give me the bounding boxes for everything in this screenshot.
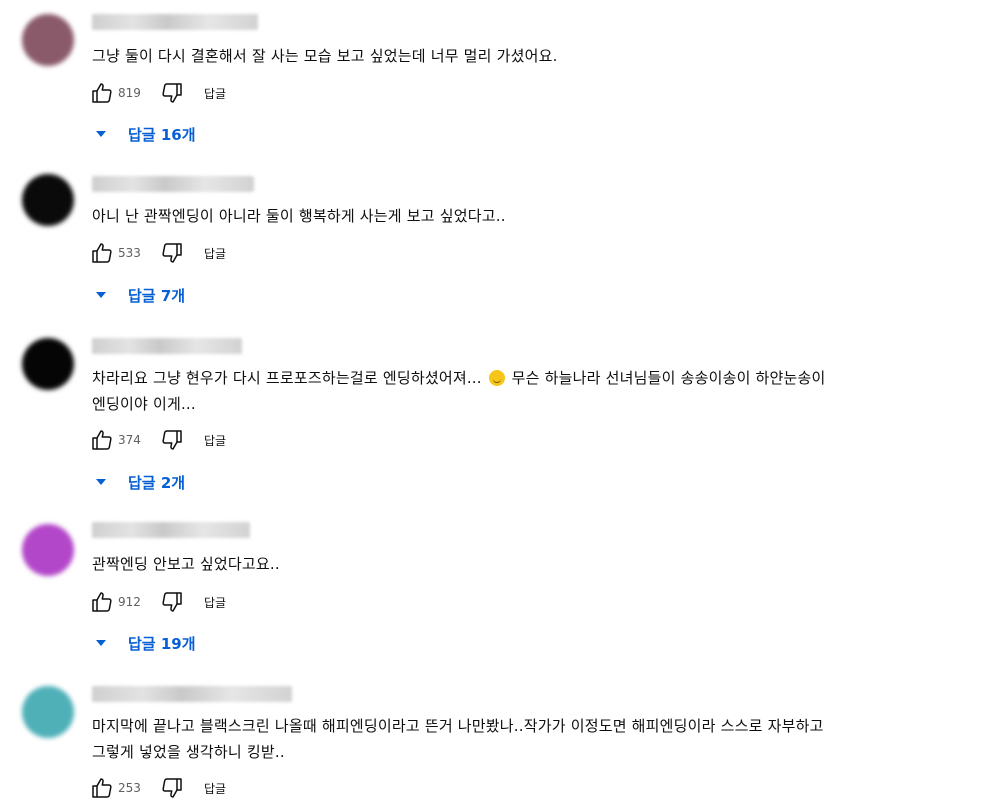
comment-actions: 374 답글	[88, 426, 226, 454]
author-name-blurred[interactable]	[92, 338, 242, 354]
reply-button[interactable]: 답글	[204, 780, 226, 797]
avatar[interactable]	[22, 14, 74, 66]
comment-text: 그냥 둘이 다시 결혼해서 잘 사는 모습 보고 싶었는데 너무 멀리 가셨어요…	[92, 47, 558, 65]
like-button[interactable]	[88, 774, 116, 802]
comment-text-part: 엔딩이야 이게...	[92, 395, 196, 413]
thumbs-down-icon	[162, 83, 182, 103]
thumbs-down-icon	[162, 430, 182, 450]
view-replies-button[interactable]: 답글 2개	[96, 470, 185, 494]
avatar[interactable]	[22, 338, 74, 390]
comment-text: 아니 난 관짝엔딩이 아니라 둘이 행복하게 사는게 보고 싶었다고..	[92, 207, 506, 225]
like-count: 374	[118, 433, 141, 447]
dislike-button[interactable]	[158, 588, 186, 616]
comment-text: 관짝엔딩 안보고 싶었다고요..	[92, 555, 280, 573]
thumbs-up-icon	[92, 243, 112, 263]
reply-button[interactable]: 답글	[204, 432, 226, 449]
view-replies-button[interactable]: 답글 16개	[96, 122, 196, 146]
thumbs-up-icon	[92, 778, 112, 798]
comment-actions: 819 답글	[88, 79, 226, 107]
reply-button[interactable]: 답글	[204, 85, 226, 102]
like-count: 253	[118, 781, 141, 795]
caret-down-icon	[96, 479, 106, 485]
caret-down-icon	[96, 292, 106, 298]
thumbs-down-icon	[162, 243, 182, 263]
avatar[interactable]	[22, 174, 74, 226]
author-name-blurred[interactable]	[92, 176, 254, 192]
caret-down-icon	[96, 640, 106, 646]
avatar[interactable]	[22, 686, 74, 738]
thumbs-up-icon	[92, 592, 112, 612]
replies-count-label: 답글 16개	[128, 125, 196, 144]
caret-down-icon	[96, 131, 106, 137]
replies-count-label: 답글 2개	[128, 473, 186, 492]
view-replies-button[interactable]: 답글 7개	[96, 283, 185, 307]
author-name-blurred[interactable]	[92, 522, 250, 538]
avatar[interactable]	[22, 524, 74, 576]
like-button[interactable]	[88, 588, 116, 616]
reply-button[interactable]: 답글	[204, 245, 226, 262]
replies-count-label: 답글 7개	[128, 286, 186, 305]
dislike-button[interactable]	[158, 426, 186, 454]
comment-actions: 912 답글	[88, 588, 226, 616]
author-name-blurred[interactable]	[92, 686, 292, 702]
like-button[interactable]	[88, 426, 116, 454]
like-count: 533	[118, 246, 141, 260]
dislike-button[interactable]	[158, 774, 186, 802]
slightly-smiling-face-icon	[488, 370, 505, 386]
thumbs-up-icon	[92, 83, 112, 103]
comment-actions: 533 답글	[88, 239, 226, 267]
comment-text: 차라리요 그냥 현우가 다시 프로포즈하는걸로 엔딩하셨어져... 무슨 하늘나…	[92, 365, 980, 417]
like-button[interactable]	[88, 239, 116, 267]
thumbs-up-icon	[92, 430, 112, 450]
dislike-button[interactable]	[158, 239, 186, 267]
comment-text-part: 차라리요 그냥 현우가 다시 프로포즈하는걸로 엔딩하셨어져...	[92, 369, 487, 387]
comment-text: 마지막에 끝나고 블랙스크린 나올때 해피엔딩이라고 뜬거 나만봤나..작가가 …	[92, 717, 824, 761]
view-replies-button[interactable]: 답글 19개	[96, 631, 196, 655]
like-count: 819	[118, 86, 141, 100]
comment-actions: 253 답글	[88, 774, 226, 802]
author-name-blurred[interactable]	[92, 14, 258, 30]
like-count: 912	[118, 595, 141, 609]
thumbs-down-icon	[162, 592, 182, 612]
replies-count-label: 답글 19개	[128, 634, 196, 653]
like-button[interactable]	[88, 79, 116, 107]
thumbs-down-icon	[162, 778, 182, 798]
comment-text-part: 무슨 하늘나라 선녀님들이 송송이송이 하얀눈송이	[506, 369, 826, 387]
dislike-button[interactable]	[158, 79, 186, 107]
reply-button[interactable]: 답글	[204, 594, 226, 611]
